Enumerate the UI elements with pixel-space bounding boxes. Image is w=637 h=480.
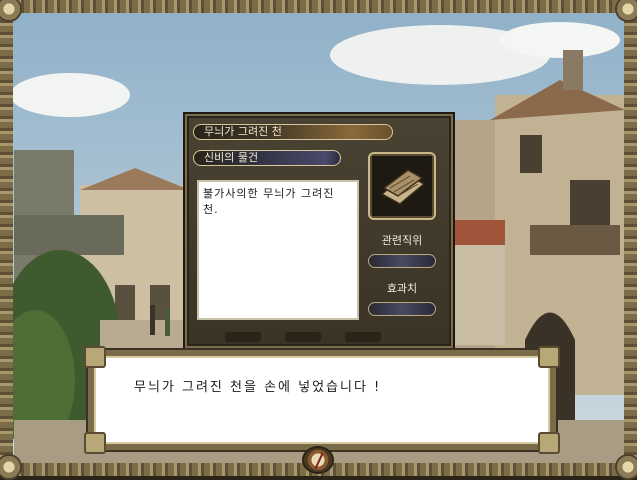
item-description-box: 불가사의한 무늬가 그려진 천. [197, 180, 359, 320]
folded-cloth-icon [368, 152, 436, 220]
item-category-bar: 신비의 물건 [193, 150, 341, 166]
related-job-label: 관련직위 [381, 234, 423, 247]
panel-grip [345, 332, 381, 342]
dialog-corner-ornament [538, 346, 560, 368]
effect-value [368, 302, 436, 316]
compass-needle [314, 452, 324, 470]
dialog-corner-ornament [84, 346, 106, 368]
message-dialog[interactable]: 무늬가 그려진 천을 손에 넣었습니다 ! [84, 346, 560, 454]
panel-grip [285, 332, 321, 342]
dialog-message: 무늬가 그려진 천을 손에 넣었습니다 ! [134, 380, 382, 395]
dialog-corner-ornament [538, 432, 560, 454]
item-info-window: 무늬가 그려진 천 신비의 물건 불가사의한 무늬가 그려진 천. 관련직위 효… [183, 112, 455, 350]
item-name-bar: 무늬가 그려진 천 [193, 124, 393, 140]
effect-label: 효과치 [386, 282, 418, 295]
dialog-corner-ornament [84, 432, 106, 454]
panel-grip [225, 332, 261, 342]
compass-icon[interactable] [302, 446, 334, 474]
related-job-value [368, 254, 436, 268]
